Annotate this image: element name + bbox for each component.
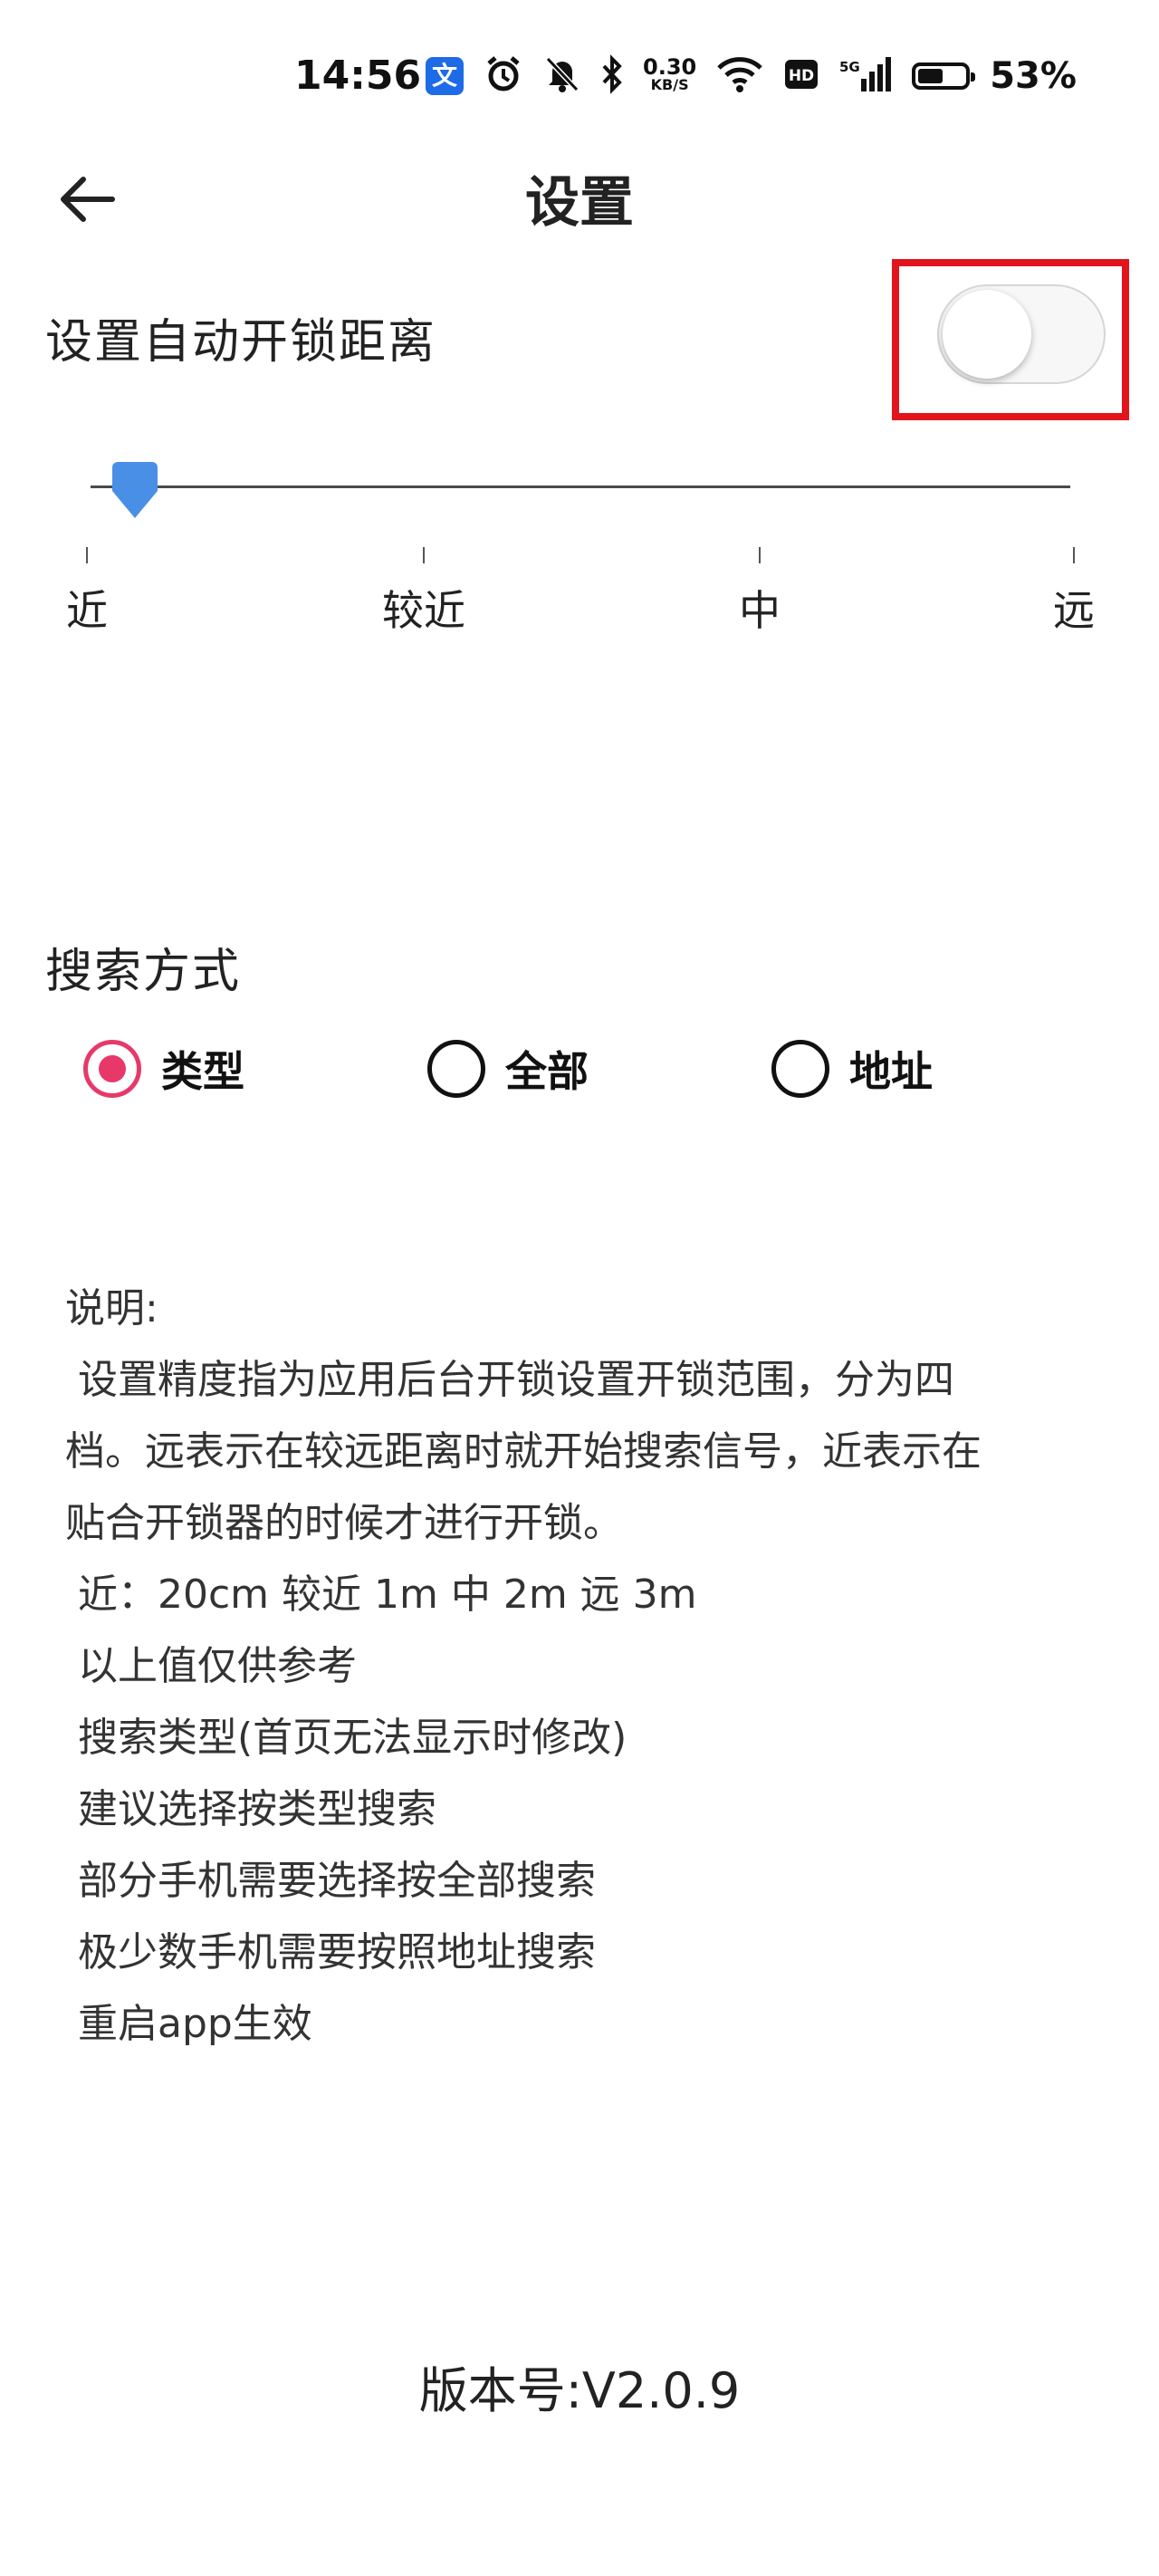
mute-icon [543,54,581,98]
auto-unlock-toggle[interactable] [937,284,1106,384]
distance-slider-track[interactable] [91,485,1070,488]
radio-label-all: 全部 [505,1047,589,1096]
radio-option-type[interactable]: 类型 [83,1034,244,1103]
status-time: 14:56 [294,53,422,99]
distance-slider-thumb[interactable] [109,462,161,520]
tick-label-near: 近 [66,586,108,635]
description-line: 以上值仅供参考 [65,1643,357,1689]
status-bar: 14:56 文 0.30 KB/S HD 5G 53% [0,36,1159,118]
radio-option-address[interactable]: 地址 [771,1034,933,1103]
network-speed-value: 0.30 [643,54,697,80]
radio-label-address: 地址 [849,1047,933,1096]
battery-icon [912,62,976,90]
search-mode-label: 搜索方式 [45,945,242,999]
battery-tip [971,72,976,82]
radio-button-checked[interactable] [83,1040,141,1098]
tick-label-middle: 中 [739,586,781,635]
radio-button-unchecked[interactable] [771,1040,829,1098]
slider-tick [423,547,425,563]
page-title: 设置 [525,171,634,235]
slider-tick [1073,547,1075,563]
description-line: 近：20cm 较近 1m 中 2m 远 3m [65,1572,697,1618]
description-text: 说明: 设置精度指为应用后台开锁设置开锁范围，分为四 档。远表示在较远距离时就开… [65,1273,1106,2060]
hd-icon: HD [783,58,819,94]
network-type-label: 5G [839,59,860,75]
slider-tick [86,547,88,563]
slider-tick [759,547,761,563]
battery-percent: 53% [990,55,1077,97]
description-line: 部分手机需要选择按全部搜索 [65,1858,596,1904]
description-line: 贴合开锁器的时候才进行开锁。 [65,1500,623,1546]
radio-dot [99,1055,126,1082]
app-notification-icon: 文 [426,57,464,95]
network-speed-unit: KB/S [650,76,689,93]
signal-icon: 5G [839,55,892,97]
tick-label-far: 远 [1053,586,1095,635]
description-line: 极少数手机需要按照地址搜索 [65,1929,596,1975]
description-line: 搜索类型(首页无法显示时修改) [65,1715,627,1761]
wifi-icon [716,55,763,97]
description-line: 重启app生效 [65,2001,312,2047]
description-line: 档。远表示在较远距离时就开始搜索信号，近表示在 [65,1428,982,1475]
bluetooth-icon [601,54,623,98]
radio-option-all[interactable]: 全部 [427,1034,589,1103]
status-icons: 文 0.30 KB/S HD 5G 53% [426,49,1077,103]
network-speed: 0.30 KB/S [643,54,697,94]
tick-label-closer: 较近 [382,586,465,635]
description-line: 建议选择按类型搜索 [65,1786,436,1832]
toggle-knob [943,290,1031,379]
description-line: 设置精度指为应用后台开锁设置开锁范围，分为四 [65,1357,954,1403]
version-label: 版本号:V2.0.9 [418,2362,741,2419]
description-line: 说明: [65,1285,158,1331]
battery-level-fill [918,69,943,83]
alarm-icon [484,54,523,98]
auto-unlock-distance-label: 设置自动开锁距离 [45,315,437,370]
radio-label-type: 类型 [161,1047,244,1096]
radio-button-unchecked[interactable] [427,1040,485,1098]
svg-text:HD: HD [789,67,814,85]
